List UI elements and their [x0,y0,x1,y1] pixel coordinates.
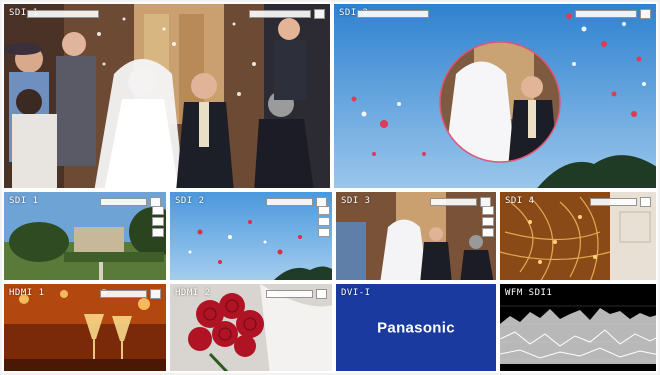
multiviewer-display: SDI 1 SDI 2 SDI 1 SDI 2 SDI 3 SDI 4 HDMI… [0,0,660,375]
tile-sdi4[interactable]: SDI 4 [498,190,658,282]
tile-sdi2-large[interactable]: SDI 2 [332,2,658,190]
petals-sky-scene [170,192,332,280]
tile-sdi2[interactable]: SDI 2 [168,190,334,282]
sky-petals-scene [334,4,656,188]
tile-sdi3[interactable]: SDI 3 [334,190,498,282]
wedding-scene-small [336,192,496,280]
garden-scene [4,192,166,280]
tile-sdi1-large[interactable]: SDI 1 [2,2,332,190]
tile-waveform[interactable]: WFM SDI1 [498,282,658,373]
audio-levels [152,206,164,239]
waveform-scope [500,284,656,371]
audio-levels [318,206,330,239]
audio-levels [482,206,494,239]
wedding-exit-scene [4,4,330,188]
tile-hdmi2[interactable]: HDMI 2 [168,282,334,373]
tile-hdmi1[interactable]: HDMI 1 [2,282,168,373]
rose-bouquet-scene [170,284,332,371]
panasonic-logo: Panasonic [377,319,455,336]
tile-sdi1[interactable]: SDI 1 [2,190,168,282]
osd-overlay: DVI-I [341,288,491,300]
tile-dvi[interactable]: Panasonic DVI-I [334,282,498,373]
chandelier-scene [500,192,656,280]
champagne-scene [4,284,166,371]
source-label: DVI-I [341,288,371,298]
